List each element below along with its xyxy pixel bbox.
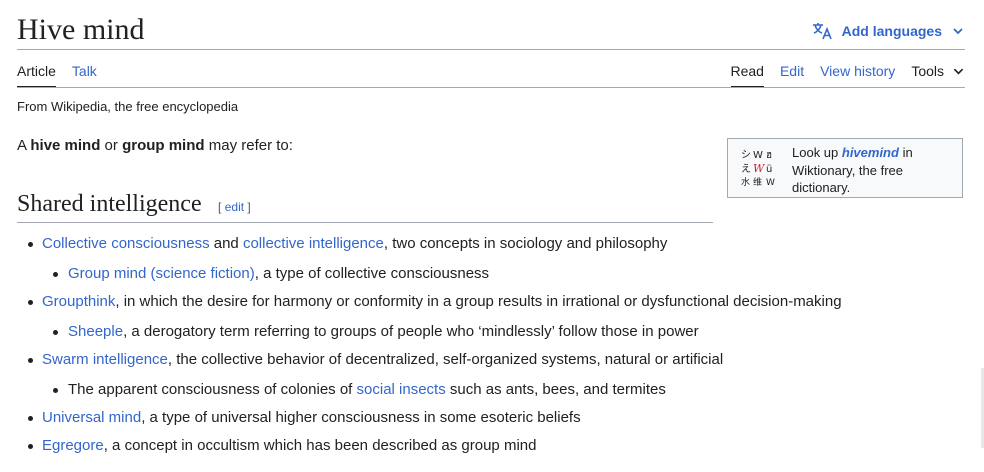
link-swarm-intelligence[interactable]: Swarm intelligence xyxy=(42,351,168,368)
list-text: , the collective behavior of decentraliz… xyxy=(167,351,724,368)
svg-text:え: え xyxy=(741,163,751,175)
svg-text:ฮ: ฮ xyxy=(766,150,772,161)
wiktionary-logo-icon: シ W ฮ え W ü 水 维 W xyxy=(741,150,775,188)
section-heading-text: Shared intelligence xyxy=(17,191,202,217)
tab-read[interactable]: Read xyxy=(730,62,764,88)
wiktionary-text: Look up hivemind in Wiktionary, the free… xyxy=(792,144,954,197)
list-item: Sheeple, a derogatory term referring to … xyxy=(42,322,842,342)
page-title: Hive mind xyxy=(17,13,145,46)
intro-term-hive-mind: hive mind xyxy=(30,137,101,154)
translate-icon xyxy=(812,23,832,40)
list-item: Egregore, a concept in occultism which h… xyxy=(24,436,842,456)
svg-text:W: W xyxy=(766,178,775,188)
tabs-divider xyxy=(17,87,965,88)
svg-text:W: W xyxy=(753,150,763,161)
link-egregore[interactable]: Egregore xyxy=(42,437,104,454)
svg-text:维: 维 xyxy=(753,176,762,188)
intro-text: A hive mind or group mind may refer to: xyxy=(17,137,293,154)
namespace-tabs: Article Talk xyxy=(17,62,113,88)
sub-list: Sheeple, a derogatory term referring to … xyxy=(42,322,842,342)
link-universal-mind[interactable]: Universal mind xyxy=(42,409,141,426)
intro-term-group-mind: group mind xyxy=(122,137,205,154)
add-languages-button[interactable]: Add languages xyxy=(812,22,964,40)
list-text: , two concepts in sociology and philosop… xyxy=(383,235,668,252)
section-edit: [ edit ] xyxy=(218,200,251,214)
section-edit-link[interactable]: edit xyxy=(225,200,244,214)
tab-edit[interactable]: Edit xyxy=(780,62,804,88)
edit-bracket-open: [ xyxy=(218,200,225,214)
list-text: and xyxy=(209,235,243,252)
link-social-insects[interactable]: social insects xyxy=(357,381,446,398)
chevron-down-icon xyxy=(953,68,964,75)
intro-or: or xyxy=(100,137,123,154)
svg-text:水: 水 xyxy=(741,176,750,188)
tab-article[interactable]: Article xyxy=(17,62,56,88)
link-collective-consciousness[interactable]: Collective consciousness xyxy=(42,235,210,252)
wiktionary-box: シ W ฮ え W ü 水 维 W Look up hivemind in Wi… xyxy=(727,138,963,198)
svg-text:シ: シ xyxy=(741,150,751,161)
disambiguation-list: Collective consciousness and collective … xyxy=(24,234,842,464)
tab-tools[interactable]: Tools xyxy=(911,62,964,88)
list-text: , a derogatory term referring to groups … xyxy=(123,323,699,340)
link-collective-intelligence[interactable]: collective intelligence xyxy=(243,235,384,252)
list-text: , a type of universal higher consciousne… xyxy=(141,409,581,426)
section-heading: Shared intelligence [ edit ] xyxy=(17,189,713,223)
link-sheeple[interactable]: Sheeple xyxy=(68,323,123,340)
list-text: , a type of collective consciousness xyxy=(254,265,490,282)
add-languages-label: Add languages xyxy=(841,23,942,39)
list-item: The apparent consciousness of colonies o… xyxy=(42,380,842,400)
tab-view-history[interactable]: View history xyxy=(820,62,895,88)
intro-a: A xyxy=(17,137,31,154)
tab-talk[interactable]: Talk xyxy=(72,62,97,88)
list-item: Group mind (science fiction), a type of … xyxy=(42,264,842,284)
tagline: From Wikipedia, the free encyclopedia xyxy=(17,99,239,114)
svg-text:ü: ü xyxy=(766,164,772,175)
list-text: The apparent consciousness of colonies o… xyxy=(68,381,357,398)
list-item: Groupthink, in which the desire for harm… xyxy=(24,292,842,342)
list-item: Swarm intelligence, the collective behav… xyxy=(24,350,842,400)
list-item: Collective consciousness and collective … xyxy=(24,234,842,284)
tools-label: Tools xyxy=(911,63,944,79)
view-tabs: Read Edit View history Tools xyxy=(715,62,965,88)
wiktionary-link-hivemind[interactable]: hivemind xyxy=(842,145,899,160)
sub-list: The apparent consciousness of colonies o… xyxy=(42,380,842,400)
link-group-mind-science-fiction[interactable]: Group mind (science fiction) xyxy=(68,265,255,282)
list-item: Universal mind, a type of universal high… xyxy=(24,408,842,428)
edit-bracket-close: ] xyxy=(244,200,251,214)
svg-text:W: W xyxy=(753,162,766,175)
intro-rest: may refer to: xyxy=(204,137,293,154)
list-text: , in which the desire for harmony or con… xyxy=(115,293,842,310)
chevron-down-icon xyxy=(953,28,963,35)
title-divider xyxy=(17,49,965,50)
wiktionary-pre: Look up xyxy=(792,145,842,160)
list-text: such as ants, bees, and termites xyxy=(445,381,666,398)
link-groupthink[interactable]: Groupthink xyxy=(42,293,115,310)
list-text: , a concept in occultism which has been … xyxy=(103,437,537,454)
sub-list: Group mind (science fiction), a type of … xyxy=(42,264,842,284)
